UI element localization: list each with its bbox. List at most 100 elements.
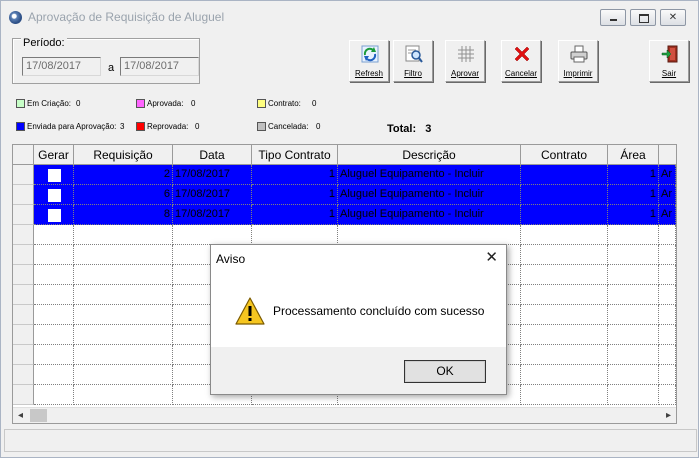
approve-button[interactable]: Aprovar [445,40,485,82]
table-cell-requisicao[interactable]: 2 [74,165,173,185]
empty-cell[interactable] [34,245,74,265]
row-indicator[interactable] [13,385,34,405]
empty-cell[interactable] [608,365,659,385]
empty-cell[interactable] [74,285,173,305]
table-cell-contrato[interactable] [521,165,608,185]
empty-cell[interactable] [521,265,608,285]
table-cell-contrato[interactable] [521,185,608,205]
table-cell-tipo[interactable]: 1 [252,185,338,205]
empty-cell[interactable] [74,225,173,245]
row-indicator[interactable] [13,325,34,345]
table-cell-extra[interactable]: Ar [659,165,676,185]
empty-cell[interactable] [521,385,608,405]
gerar-checkbox[interactable] [48,209,61,222]
gerar-checkbox[interactable] [48,169,61,182]
empty-cell[interactable] [338,225,521,245]
empty-cell[interactable] [34,265,74,285]
table-cell-extra[interactable]: Ar [659,205,676,225]
table-cell-descricao[interactable]: Aluguel Equipamento - Incluir [338,185,521,205]
empty-cell[interactable] [34,225,74,245]
scroll-right-icon[interactable]: ▸ [661,408,676,423]
empty-cell[interactable] [521,345,608,365]
table-cell-gerar[interactable] [34,185,74,205]
empty-cell[interactable] [608,265,659,285]
empty-cell[interactable] [521,365,608,385]
table-cell-descricao[interactable]: Aluguel Equipamento - Incluir [338,205,521,225]
col-header-data[interactable]: Data [173,145,252,165]
filter-button[interactable]: Filtro [393,40,433,82]
empty-cell[interactable] [34,365,74,385]
col-header-gerar[interactable]: Gerar [34,145,74,165]
row-indicator[interactable] [13,285,34,305]
table-cell-tipo[interactable]: 1 [252,165,338,185]
table-cell-area[interactable]: 1 [608,205,659,225]
empty-cell[interactable] [252,225,338,245]
table-cell-data[interactable]: 17/08/2017 [173,185,252,205]
empty-cell[interactable] [608,385,659,405]
empty-cell[interactable] [659,265,676,285]
empty-cell[interactable] [608,285,659,305]
empty-cell[interactable] [34,305,74,325]
empty-cell[interactable] [74,245,173,265]
empty-cell[interactable] [521,305,608,325]
row-indicator[interactable] [13,245,34,265]
minimize-button[interactable] [600,9,626,26]
empty-cell[interactable] [74,385,173,405]
empty-cell[interactable] [659,325,676,345]
empty-cell[interactable] [521,225,608,245]
row-indicator[interactable] [13,365,34,385]
table-cell-area[interactable]: 1 [608,165,659,185]
table-cell-gerar[interactable] [34,205,74,225]
col-header-requisicao[interactable]: Requisição [74,145,173,165]
empty-cell[interactable] [659,225,676,245]
row-indicator[interactable] [13,205,34,225]
empty-cell[interactable] [34,345,74,365]
empty-cell[interactable] [34,325,74,345]
print-button[interactable]: Imprimir [558,40,598,82]
empty-cell[interactable] [521,245,608,265]
close-button[interactable]: ✕ [660,9,686,26]
empty-cell[interactable] [74,325,173,345]
empty-cell[interactable] [74,305,173,325]
date-to-field[interactable]: 17/08/2017 [120,57,199,76]
empty-cell[interactable] [659,345,676,365]
empty-cell[interactable] [34,285,74,305]
gerar-checkbox[interactable] [48,189,61,202]
empty-cell[interactable] [659,365,676,385]
empty-cell[interactable] [659,245,676,265]
col-header-tipo-contrato[interactable]: Tipo Contrato [252,145,338,165]
date-from-field[interactable]: 17/08/2017 [22,57,101,76]
row-indicator[interactable] [13,185,34,205]
col-header-contrato[interactable]: Contrato [521,145,608,165]
table-cell-area[interactable]: 1 [608,185,659,205]
empty-cell[interactable] [659,385,676,405]
empty-cell[interactable] [608,245,659,265]
maximize-button[interactable] [630,9,656,26]
col-header-descricao[interactable]: Descrição [338,145,521,165]
table-cell-extra[interactable]: Ar [659,185,676,205]
empty-cell[interactable] [659,285,676,305]
table-cell-requisicao[interactable]: 6 [74,185,173,205]
empty-cell[interactable] [34,385,74,405]
row-indicator[interactable] [13,265,34,285]
table-cell-gerar[interactable] [34,165,74,185]
empty-cell[interactable] [608,325,659,345]
scroll-left-icon[interactable]: ◂ [13,408,28,423]
empty-cell[interactable] [659,305,676,325]
ok-button[interactable]: OK [404,360,486,383]
row-indicator[interactable] [13,345,34,365]
horizontal-scrollbar[interactable]: ◂ ▸ [13,407,676,423]
empty-cell[interactable] [608,345,659,365]
empty-cell[interactable] [74,345,173,365]
table-cell-data[interactable]: 17/08/2017 [173,205,252,225]
exit-button[interactable]: Sair [649,40,689,82]
row-indicator[interactable] [13,305,34,325]
table-cell-descricao[interactable]: Aluguel Equipamento - Incluir [338,165,521,185]
cancel-button[interactable]: Cancelar [501,40,541,82]
row-indicator[interactable] [13,225,34,245]
col-header-area[interactable]: Área [608,145,659,165]
table-cell-tipo[interactable]: 1 [252,205,338,225]
empty-cell[interactable] [521,285,608,305]
empty-cell[interactable] [521,325,608,345]
scroll-thumb[interactable] [30,409,47,422]
